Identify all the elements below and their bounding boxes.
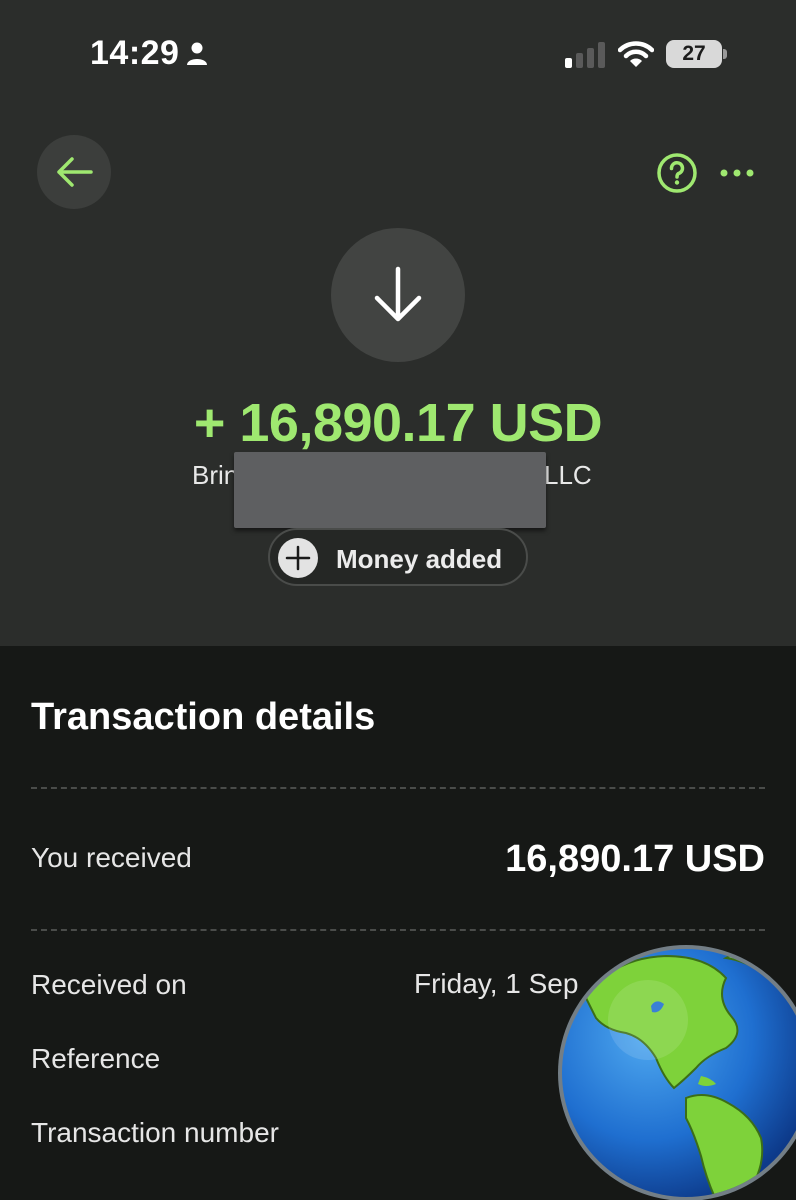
question-circle-icon[interactable]: [656, 152, 698, 194]
battery-level: 27: [682, 42, 706, 65]
back-button[interactable]: [37, 135, 111, 209]
detail-label-received-on: Received on: [31, 969, 187, 1000]
detail-value-received: 16,890.17 USD: [505, 838, 765, 880]
detail-label-transaction-number: Transaction number: [31, 1117, 279, 1148]
arrow-left-icon: [57, 157, 93, 187]
sender-name-end: LLC: [544, 460, 592, 490]
globe-sticker-icon: [558, 945, 796, 1200]
arrow-down-icon: [374, 266, 422, 322]
signal-icon: [565, 42, 605, 68]
sender-name-start: Brin: [192, 460, 239, 490]
battery-tip: [723, 49, 727, 59]
more-dots-icon[interactable]: [718, 160, 756, 186]
status-time: 14:29: [90, 34, 180, 72]
redaction-block: [234, 452, 546, 528]
wifi-icon: [618, 41, 654, 67]
divider: [31, 787, 765, 789]
details-title: Transaction details: [31, 696, 376, 738]
detail-value-received-on: Friday, 1 Sep: [414, 968, 579, 999]
divider: [31, 929, 765, 931]
battery-icon: 27: [666, 40, 728, 68]
transaction-type-chip: Money added: [268, 528, 528, 586]
transaction-amount: + 16,890.17 USD: [193, 393, 603, 453]
person-icon: [187, 42, 207, 65]
transaction-type-label: Money added: [336, 544, 503, 574]
plus-icon: [278, 538, 318, 578]
detail-label-received: You received: [31, 842, 192, 873]
incoming-transfer-badge: [331, 228, 465, 362]
detail-label-reference: Reference: [31, 1043, 161, 1074]
